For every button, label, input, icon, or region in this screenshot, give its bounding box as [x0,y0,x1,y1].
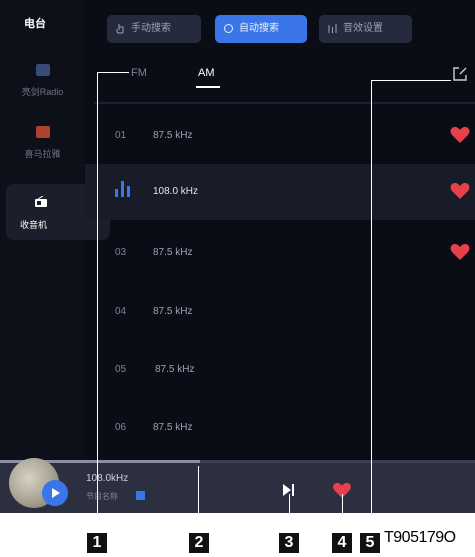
station-number: 01 [115,130,127,141]
callout-3-leader [289,494,290,533]
station-frequency: 87.5 kHz [153,130,193,141]
player-bar: 108.0kHz 节目名称 [0,458,475,513]
edit-icon[interactable] [452,66,468,82]
figure-reference-code: T905179O [384,529,456,546]
callout-5-leader [371,80,372,533]
station-frequency: 87.5 kHz [153,422,193,433]
play-button[interactable] [42,480,68,506]
callout-2: 2 [189,533,209,553]
equalizer-icon [328,24,337,33]
station-number: 06 [115,422,127,433]
favorite-heart-icon[interactable] [450,182,470,200]
station-row-01[interactable]: 01 87.5 kHz [85,108,475,164]
callout-3: 3 [279,533,299,553]
callout-1: 1 [87,533,107,553]
auto-search-button[interactable]: 自动搜索 [215,15,307,43]
progress-track[interactable] [0,460,475,463]
now-playing-frequency: 108.0kHz [86,473,129,484]
manual-search-button[interactable]: 手动搜索 [107,15,201,43]
callout-4: 4 [332,533,352,553]
station-frequency: 108.0 kHz [153,186,199,197]
sound-settings-label: 音效设置 [343,23,383,34]
callout-5: 5 [360,533,380,553]
next-track-button[interactable] [280,482,296,498]
refresh-icon [224,24,233,33]
station-number: 05 [115,364,127,375]
sound-settings-button[interactable]: 音效设置 [319,15,412,43]
divider [94,102,475,104]
playing-bars-icon [115,181,130,197]
sidebar-item-liangjian-radio[interactable]: 亮剑Radio [0,64,85,124]
favorite-heart-icon[interactable] [450,243,470,261]
station-number: 03 [115,247,127,258]
callout-1-leader [97,72,98,533]
callout-2-leader [198,466,199,533]
tab-am[interactable]: AM [198,67,215,79]
favorite-heart-icon[interactable] [450,126,470,144]
sidebar: 电台 亮剑Radio 喜马拉雅 收音机 [0,0,110,460]
sidebar-item-himalaya[interactable]: 喜马拉雅 [0,126,85,186]
hand-pointer-icon [116,24,124,34]
callout-4-leader [342,494,343,533]
station-frequency: 87.5 kHz [155,364,195,375]
radio-icon [35,196,47,207]
station-frequency: 87.5 kHz [153,247,193,258]
station-row-05[interactable]: 05 87.5 kHz [85,342,475,398]
himalaya-app-icon [36,126,50,138]
callout-5-leader-h [371,80,451,81]
now-playing-subtitle: 节目名称 [86,492,118,501]
sidebar-item-label: 收音机 [20,220,48,230]
manual-search-label: 手动搜索 [131,23,171,34]
sidebar-item-label: 喜马拉雅 [24,149,61,159]
callout-1-leader-h [97,72,129,73]
active-tab-indicator [196,86,220,88]
tab-fm[interactable]: FM [131,67,147,79]
station-row-06[interactable]: 06 87.5 kHz [85,400,475,456]
radio-screen: 电台 亮剑Radio 喜马拉雅 收音机 手动搜索 自动搜索 音效设置 FM AM… [0,0,475,513]
radio-app-icon [36,64,50,76]
station-row-playing[interactable]: 108.0 kHz [85,164,475,220]
sidebar-item-label: 亮剑Radio [21,87,64,97]
station-number: 04 [115,306,127,317]
auto-search-label: 自动搜索 [239,23,279,34]
station-row-03[interactable]: 03 87.5 kHz [85,225,475,281]
station-row-04[interactable]: 04 87.5 kHz [85,284,475,340]
sidebar-title: 电台 [24,18,46,30]
station-frequency: 87.5 kHz [153,306,193,317]
program-info-icon [136,491,145,500]
